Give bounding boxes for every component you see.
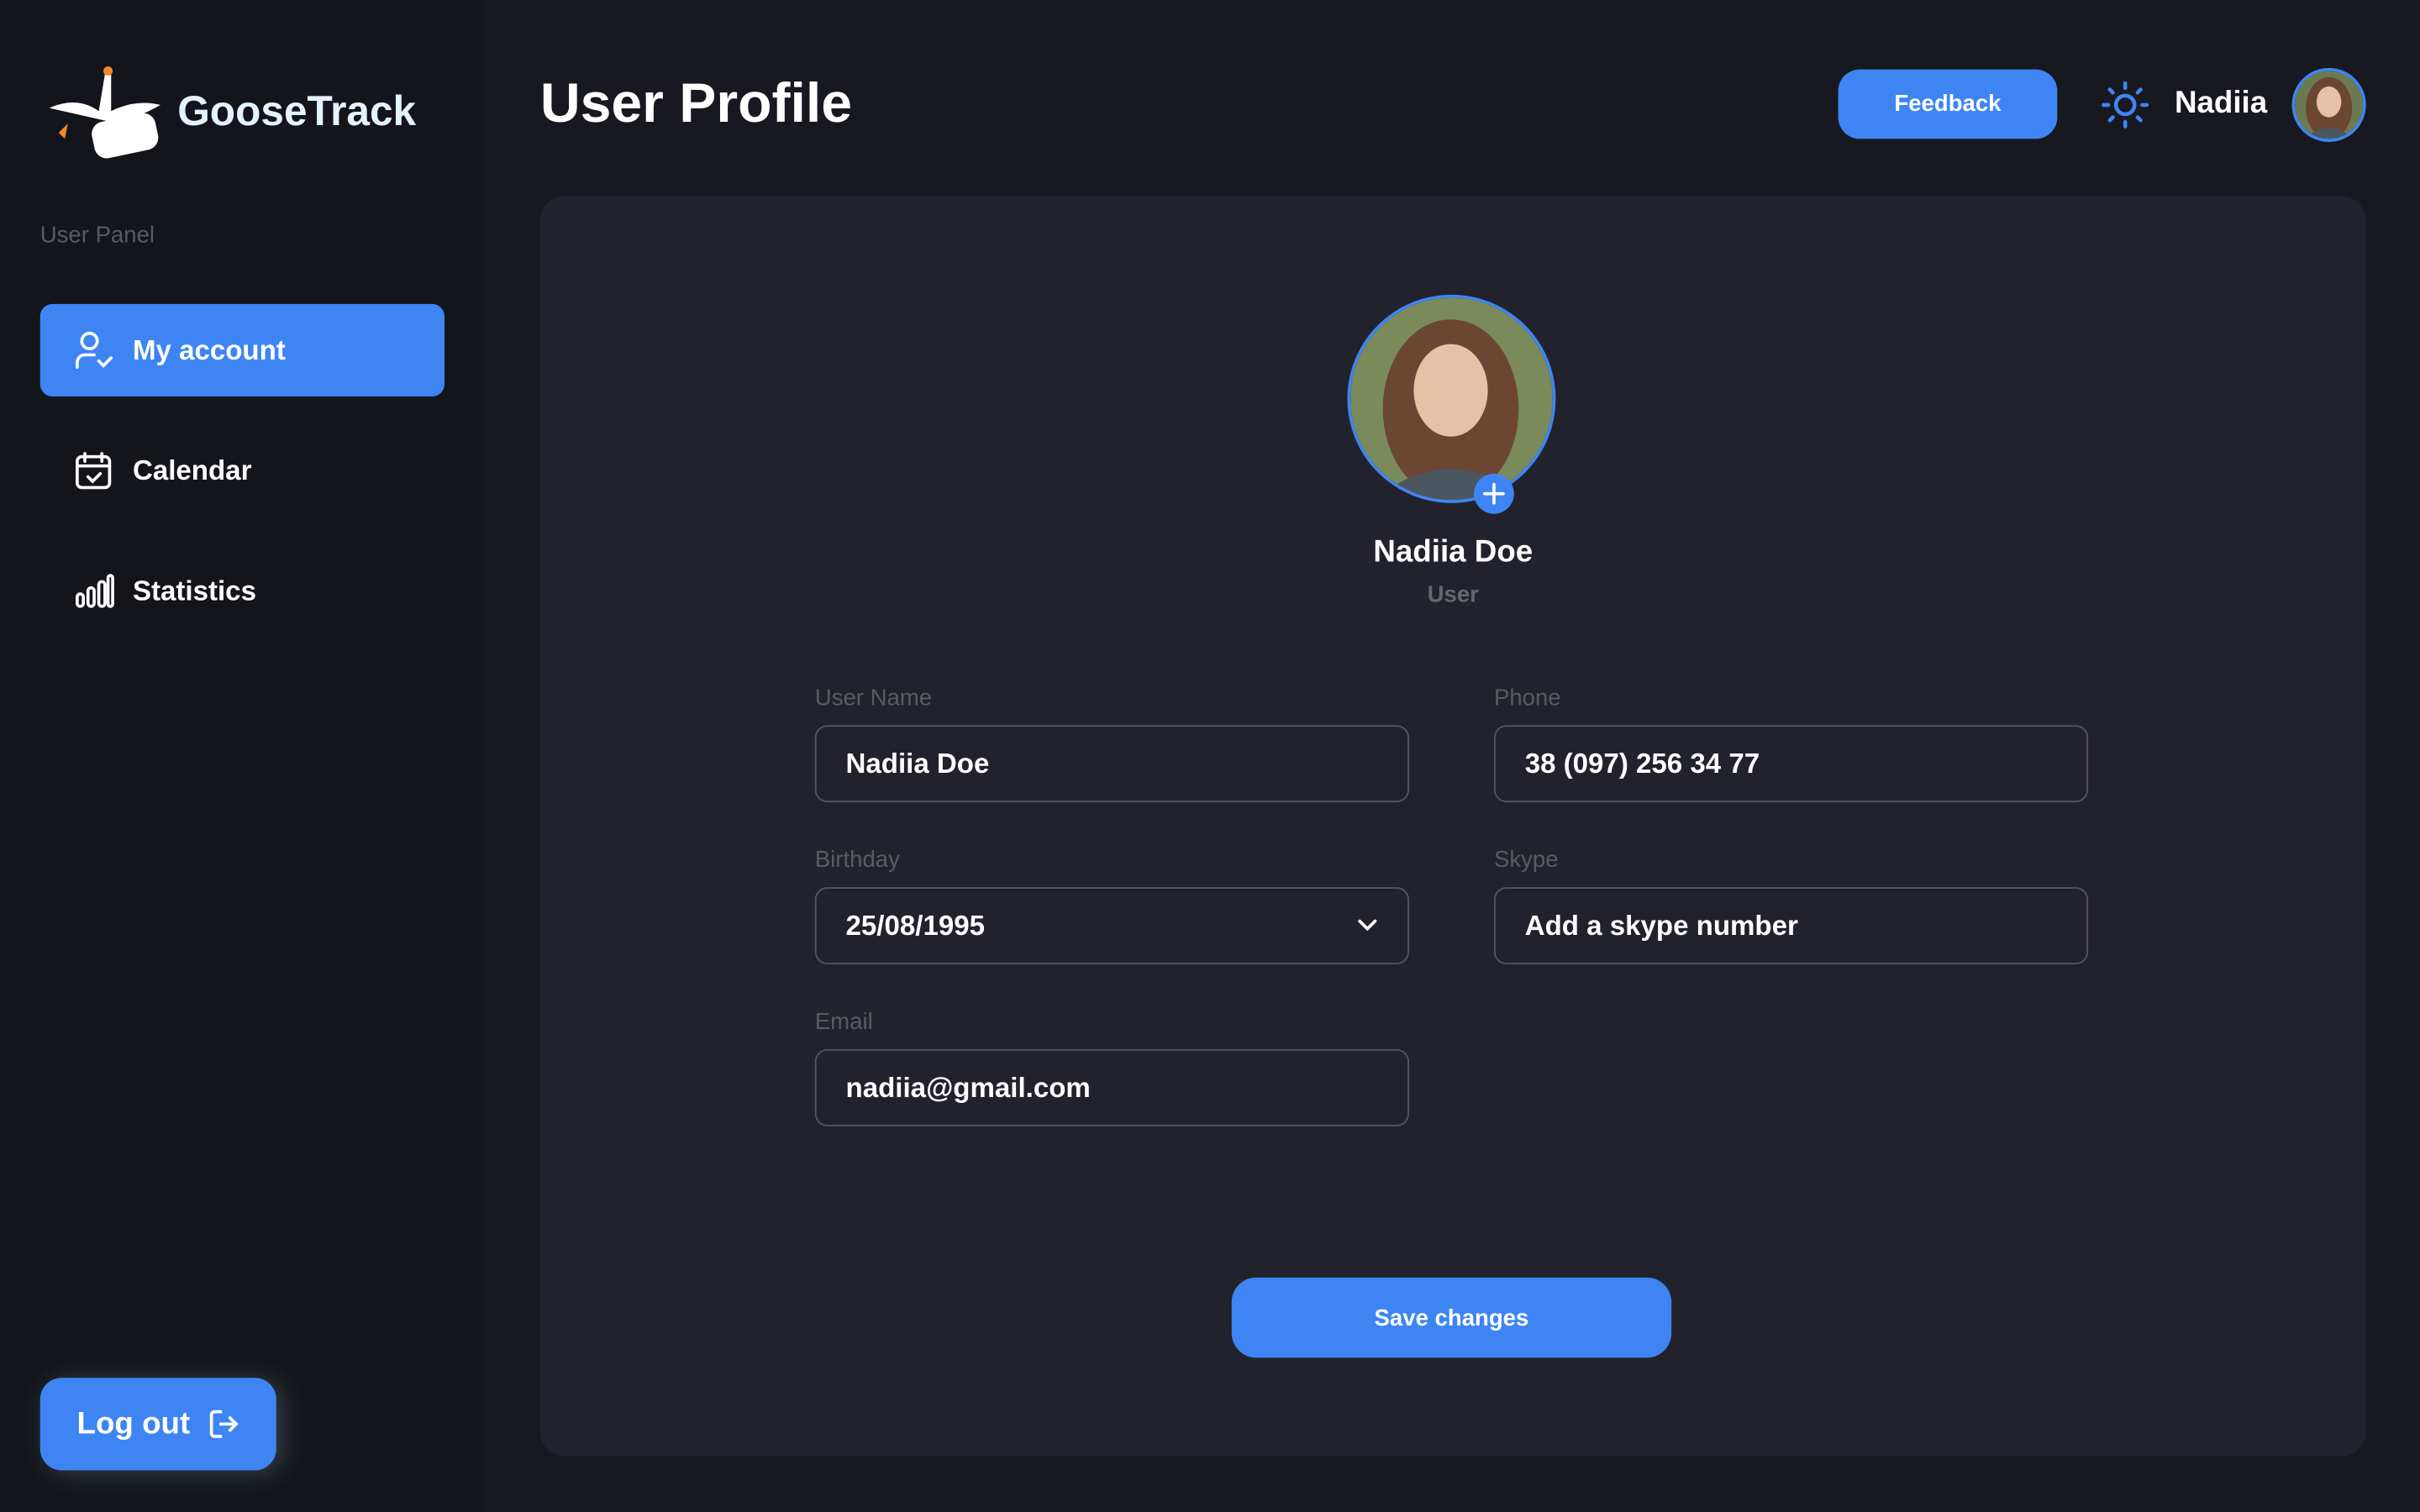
birthday-value: 25/08/1995 [845, 909, 986, 941]
sidebar-item-label: My account [132, 333, 286, 365]
save-changes-button[interactable]: Save changes [1231, 1277, 1672, 1358]
birthday-field: Birthday 25/08/1995 [814, 847, 1409, 964]
email-input[interactable]: nadiia@gmail.com [814, 1048, 1409, 1126]
birthday-label: Birthday [814, 847, 900, 874]
sidebar-item-label: Calendar [132, 454, 252, 486]
skype-placeholder: Add a skype number [1524, 909, 1798, 941]
sidebar-item-calendar[interactable]: Calendar [40, 424, 445, 517]
logout-icon [210, 1410, 239, 1438]
phone-value: 38 (097) 256 34 77 [1524, 747, 1760, 779]
bar-chart-icon [75, 574, 114, 608]
goose-logo-icon [49, 66, 161, 159]
profile-role: User [1427, 581, 1479, 608]
email-label: Email [814, 1009, 873, 1036]
upload-avatar-button[interactable] [1474, 473, 1514, 514]
username-input[interactable]: Nadiia Doe [814, 725, 1409, 803]
email-value: nadiia@gmail.com [845, 1071, 1091, 1103]
sidebar-item-my-account[interactable]: My account [39, 303, 445, 397]
username-value: Nadiia Doe [845, 747, 990, 779]
birthday-select[interactable]: 25/08/1995 [814, 887, 1409, 964]
plus-icon [1483, 482, 1505, 505]
feedback-button[interactable]: Feedback [1838, 69, 2058, 139]
sidebar-item-label: Statistics [132, 575, 256, 606]
logo-text: GooseTrack [177, 87, 417, 134]
logo[interactable]: GooseTrack [46, 61, 416, 160]
page-title: User Profile [539, 71, 853, 134]
header-user-name: Nadiia [2174, 86, 2268, 121]
sidebar-item-statistics[interactable]: Statistics [40, 544, 445, 637]
calendar-check-icon [75, 452, 112, 490]
user-panel-label: User Panel [39, 222, 155, 249]
header-avatar[interactable] [2291, 67, 2366, 142]
phone-label: Phone [1493, 685, 1561, 711]
skype-input[interactable]: Add a skype number [1493, 887, 2089, 964]
username-field: User Name Nadiia Doe [814, 685, 1409, 803]
user-check-icon [75, 331, 113, 369]
profile-card: Nadiia Doe User User Name Nadiia Doe Pho… [539, 196, 2366, 1457]
profile-avatar [1347, 294, 1556, 503]
logout-button[interactable]: Log out [39, 1378, 276, 1471]
chevron-down-icon [1358, 919, 1377, 932]
skype-label: Skype [1493, 847, 1559, 874]
skype-field: Skype Add a skype number [1493, 847, 2089, 964]
sidebar: GooseTrack User Panel My account Calenda… [0, 0, 485, 1512]
profile-name: Nadiia Doe [1373, 535, 1534, 570]
logout-label: Log out [76, 1406, 191, 1441]
phone-field: Phone 38 (097) 256 34 77 [1493, 685, 2089, 803]
username-label: User Name [814, 685, 933, 711]
sun-icon[interactable] [2101, 81, 2150, 130]
email-field: Email nadiia@gmail.com [814, 1009, 1409, 1126]
phone-input[interactable]: 38 (097) 256 34 77 [1493, 725, 2089, 803]
